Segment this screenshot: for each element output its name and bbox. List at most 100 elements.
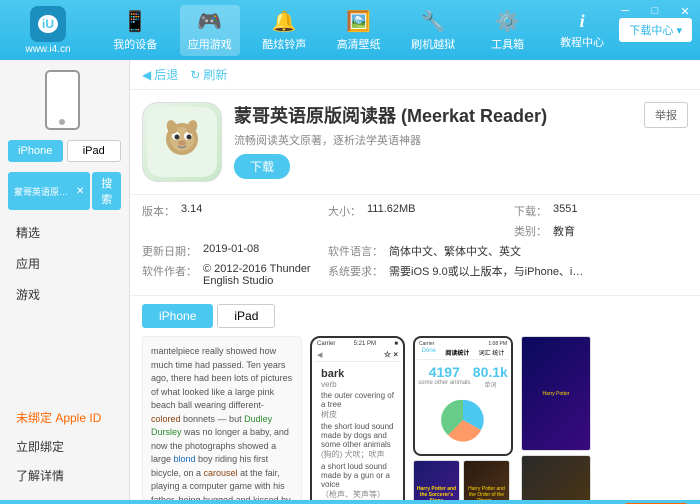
- meta-update-date: 更新日期： 2019-01-08: [142, 243, 316, 259]
- refresh-label: 刷新: [203, 66, 227, 83]
- meta-language: 软件语言： 简体中文、繁体中文、英文: [328, 243, 688, 259]
- nav-wallpapers[interactable]: 🖼️ 高清壁纸: [329, 5, 389, 56]
- app-icon: [142, 102, 222, 182]
- small-screenshot-2-bg: Harry Potter and the...: [522, 456, 590, 500]
- app-subtitle: 流畅阅读英文原著，逐析法学英语神器: [234, 132, 688, 148]
- sidebar-featured[interactable]: 精选: [8, 218, 121, 247]
- small-book-title: Harry Potter: [543, 391, 570, 397]
- back-button[interactable]: ◀ 后退: [142, 66, 178, 83]
- text-highlight-colored: colored: [151, 414, 181, 424]
- screenshot-text-content: mantelpiece really showed how much time …: [143, 337, 301, 500]
- gear-icon: ⚙️: [495, 9, 520, 34]
- fix-binding-item[interactable]: 立即绑定: [8, 432, 121, 461]
- nav-my-device[interactable]: 📱 我的设备: [105, 5, 165, 56]
- search-bar: 蒙哥英语原版阅... ✕ 搜索: [8, 172, 121, 210]
- nav-app-games[interactable]: 🎮 应用游戏: [180, 5, 240, 56]
- tab-buttons: iPhone iPad: [142, 304, 688, 328]
- book-cover-1: Harry Potter and the Sorcerer's Stone: [413, 460, 460, 500]
- reading-count-box: 4197 some other animals: [418, 364, 470, 389]
- toolbar: ◀ 后退 ↻ 刷新: [130, 60, 700, 90]
- iphone-button[interactable]: iPhone: [8, 140, 63, 162]
- word-title: bark: [321, 368, 394, 380]
- text-blond: blond: [174, 454, 196, 464]
- downloads-label: 下载：: [514, 203, 547, 219]
- text-normal: mantelpiece really showed how much time …: [151, 346, 292, 410]
- phone-icon: 📱: [123, 9, 148, 34]
- words-label: 单词: [473, 380, 508, 389]
- learn-more-item[interactable]: 了解详情: [8, 461, 121, 490]
- app-meta: 版本： 3.14 大小： 111.62MB 下载： 3551 类别： 教育: [130, 195, 700, 296]
- nav-tools[interactable]: ⚙️ 工具箱: [478, 5, 538, 56]
- app-header: 蒙哥英语原版阅读器 (Meerkat Reader) 举报 流畅阅读英文原著，逐…: [130, 90, 700, 195]
- book-title-1: Harry Potter and the Sorcerer's Stone: [416, 486, 457, 500]
- content-area: ◀ 后退 ↻ 刷新: [130, 60, 700, 500]
- sidebar-apps[interactable]: 应用: [8, 249, 121, 278]
- tab-iphone-button[interactable]: iPhone: [142, 304, 213, 328]
- phone-screen-word: Carrier 5:21 PM ■ ◀ ☆ × bark: [312, 338, 403, 500]
- developer-value: © 2012-2016 Thunder English Studio: [203, 263, 316, 287]
- nav-jailbreak[interactable]: 🔧 刷机越狱: [403, 5, 463, 56]
- nav-wallpapers-label: 高清壁纸: [337, 36, 381, 52]
- app-logo: iU: [30, 6, 66, 42]
- screenshot-phone-word: Carrier 5:21 PM ■ ◀ ☆ × bark: [310, 336, 405, 500]
- app-icon-svg: [147, 107, 217, 177]
- meta-developer: 软件作者： © 2012-2016 Thunder English Studio: [142, 263, 316, 287]
- screenshot-stats-phone: Carrier 1:08 PM Done 阅读统计 词汇 统计: [413, 336, 513, 456]
- middle-screenshots: Carrier 5:21 PM ■ ◀ ☆ × bark: [310, 336, 405, 500]
- phone-status-bar: Carrier 5:21 PM ■: [314, 340, 401, 348]
- word-count: 80.1k: [473, 364, 508, 380]
- stats-numbers: 4197 some other animals 80.1k 单词: [417, 360, 509, 393]
- back-arrow-icon: ◀: [142, 68, 151, 82]
- text-normal2: bonnets — but: [181, 414, 245, 424]
- word-count-box: 80.1k 单词: [473, 364, 508, 389]
- tab-ipad-button[interactable]: iPad: [217, 304, 275, 328]
- size-label: 大小：: [328, 203, 361, 219]
- ipad-button[interactable]: iPad: [67, 140, 122, 162]
- stats-done-btn: Done: [422, 348, 436, 357]
- text-carousel: carousel: [204, 468, 238, 478]
- meta-requirements: 系统要求： 需要iOS 9.0或以上版本，与iPhone、iPad、iPod t…: [328, 263, 688, 287]
- search-clear-icon[interactable]: ✕: [76, 186, 84, 197]
- refresh-button[interactable]: ↻ 刷新: [190, 66, 227, 83]
- stats-time: 1:08 PM: [488, 341, 507, 347]
- screenshots: mantelpiece really showed how much time …: [142, 336, 688, 500]
- language-label: 软件语言：: [328, 243, 383, 259]
- download-app-button[interactable]: 下载: [234, 154, 290, 179]
- search-tag: 蒙哥英语原版阅... ✕: [8, 172, 90, 210]
- nav-app-games-label: 应用游戏: [188, 36, 232, 52]
- report-button[interactable]: 举报: [644, 102, 688, 128]
- sidebar-games[interactable]: 游戏: [8, 280, 121, 309]
- minimize-button[interactable]: ─: [610, 0, 640, 22]
- window-controls: ─ □ ✕: [610, 0, 700, 22]
- book-title-2: Harry Potter and the Order of the Phoen.…: [466, 486, 507, 500]
- far-right-screenshots: Harry Potter Harry Potter and the...: [521, 336, 591, 500]
- pie-chart: [417, 393, 509, 447]
- phone-time: 5:21 PM: [354, 341, 376, 347]
- word-card-back-icon: ◀: [317, 351, 322, 359]
- book-cover-2-bg: Harry Potter and the Order of the Phoen.…: [464, 461, 509, 500]
- stats-carrier: Carrier: [419, 341, 434, 347]
- search-button[interactable]: 搜索: [92, 172, 121, 210]
- screenshot-text: mantelpiece really showed how much time …: [142, 336, 302, 500]
- meta-size: 大小： 111.62MB: [328, 203, 502, 219]
- bottom-bar: ☑ 禁止iTunes自动运行 V7.89 意见反馈 微信公众号 检查更新: [0, 500, 700, 504]
- apple-id-item[interactable]: 未绑定 Apple ID: [8, 403, 121, 432]
- close-button[interactable]: ✕: [670, 0, 700, 22]
- requirements-label: 系统要求：: [328, 263, 383, 287]
- nav-my-device-label: 我的设备: [113, 36, 157, 52]
- meta-category: 类别： 教育: [514, 223, 688, 239]
- nav-ringtones[interactable]: 🔔 酷炫铃声: [254, 5, 314, 56]
- bell-icon: 🔔: [272, 9, 297, 34]
- sidebar: iPhone iPad 蒙哥英语原版阅... ✕ 搜索 精选 应用 游戏 未绑定…: [0, 60, 130, 500]
- maximize-button[interactable]: □: [640, 0, 670, 22]
- book-cover-1-bg: Harry Potter and the Sorcerer's Stone: [414, 461, 459, 500]
- meta-version: 版本： 3.14: [142, 203, 316, 219]
- size-value: 111.62MB: [367, 203, 416, 219]
- stats-screen: Carrier 1:08 PM Done 阅读统计 词汇 统计: [415, 338, 511, 454]
- stats-status-bar: Carrier 1:08 PM: [417, 340, 509, 348]
- nav-tutorials[interactable]: i 教程中心: [552, 7, 612, 54]
- word-def1: the outer covering of a tree: [321, 391, 394, 409]
- word-def1-cn: 树皮: [321, 409, 394, 420]
- right-screenshots: Carrier 1:08 PM Done 阅读统计 词汇 统计: [413, 336, 513, 500]
- downloads-value: 3551: [553, 203, 577, 219]
